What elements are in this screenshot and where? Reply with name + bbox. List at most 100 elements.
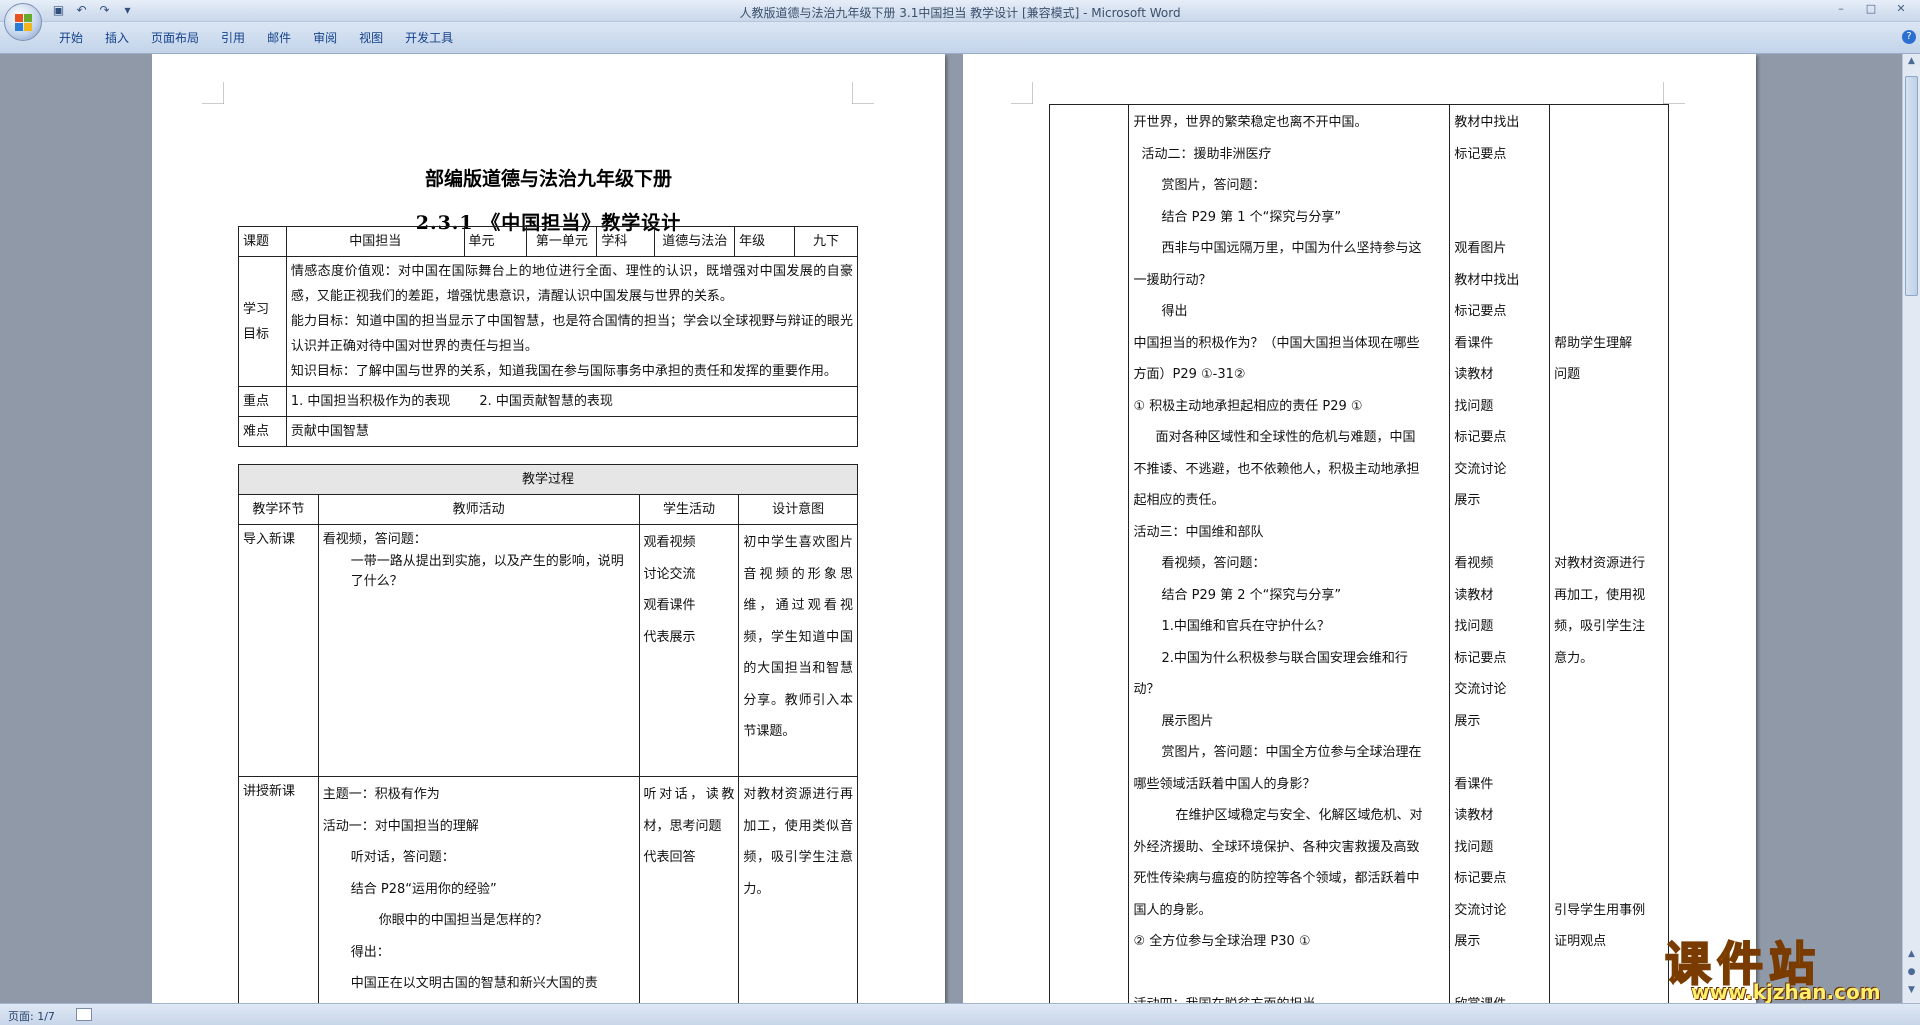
student-line: 展示 (1454, 493, 1481, 508)
intro-stage: 导入新课 (238, 524, 319, 777)
grade-label: 年级 (734, 226, 796, 257)
intent-line: 意力。 (1554, 650, 1594, 666)
lecture-student-line: 听对话，读教材，思考问题 (643, 787, 735, 834)
lecture-teacher-line: 得出： (350, 944, 390, 960)
student-line: 标记要点 (1454, 146, 1507, 162)
teacher-line: 一援助行动？ (1133, 272, 1212, 288)
teacher-line: 不推诿、不逃避，也不依赖他人，积极主动地承担 (1133, 461, 1420, 477)
page-2[interactable]: 开世界，世界的繁荣稳定也离不开中国。 活动二：援助非洲医疗 赏图片，答问题： 结… (963, 54, 1756, 1003)
unit-label: 单元 (463, 226, 528, 257)
intent-line: ​ (1554, 706, 1664, 738)
teacher-line: 国人的身影。 (1133, 902, 1212, 918)
goals-row: 学习目标 情感态度价值观：对中国在国际舞台上的地位进行全面、理性的认识，既增强对… (238, 256, 859, 387)
header-intent: 设计意图 (738, 494, 858, 525)
tab-references[interactable]: 引用 (210, 29, 256, 47)
scroll-thumb[interactable] (1905, 76, 1918, 296)
teacher-line: 2.中国为什么积极参与联合国安理会维和行 (1161, 650, 1408, 666)
intent-line: ​ (1554, 485, 1664, 517)
student-line: ​ (1454, 958, 1545, 990)
intent-line: ​ (1554, 265, 1664, 297)
unit-value: 第一单元 (526, 226, 598, 257)
tab-mailings[interactable]: 邮件 (256, 29, 302, 47)
grade-value: 九下 (794, 226, 858, 257)
lecture-student: 听对话，读教材，思考问题 代表回答 (638, 776, 740, 1003)
lecture-teacher: 主题一：积极有作为 活动一：对中国担当的理解 听对话，答问题： 结合 P28“运… (317, 776, 640, 1003)
tab-page-layout[interactable]: 页面布局 (140, 29, 210, 47)
intro-teacher: 看视频，答问题： 一带一路从提出到实施，以及产生的影响，说明了什么？ (317, 524, 640, 777)
document-title: 部编版道德与法治九年级下册 (424, 168, 672, 190)
student-line: 教材中找出 (1454, 115, 1520, 130)
focus-row: 重点 1. 中国担当积极作为的表现 2. 中国贡献智慧的表现 (238, 386, 859, 417)
intent-line: ​ (1554, 832, 1664, 864)
vertical-scrollbar[interactable]: ▲ ▲ ● ▼ (1902, 54, 1920, 1003)
scroll-up-icon[interactable]: ▲ (1905, 56, 1918, 70)
window-controls: – □ ✕ (1828, 2, 1914, 18)
teacher-line: 活动三：中国维和部队 (1133, 524, 1264, 540)
student-line: 交流讨论 (1454, 461, 1507, 477)
maximize-icon[interactable]: □ (1858, 2, 1884, 18)
lecture-row: 讲授新课 主题一：积极有作为 活动一：对中国担当的理解 听对话，答问题： 结合 … (238, 776, 858, 1003)
intro-student: 观看视频 讨论交流 观看课件 代表展示 (638, 524, 740, 777)
info-row: 课题 中国担当 单元 第一单元 学科 道德与法治 年级 九下 (238, 226, 858, 257)
tab-insert[interactable]: 插入 (94, 29, 140, 47)
minimize-icon[interactable]: – (1828, 2, 1854, 18)
student-line: 教材中找出 (1454, 272, 1520, 288)
office-button[interactable] (4, 3, 42, 41)
select-browse-object-icon[interactable]: ● (1905, 967, 1918, 981)
intent-line: ​ (1554, 517, 1664, 549)
student-line: 找问题 (1454, 619, 1494, 634)
teacher-line: 动？ (1133, 682, 1160, 697)
page-indicator[interactable]: 页面: 1/7 (8, 1008, 55, 1024)
continued-teacher: 开世界，世界的繁荣稳定也离不开中国。 活动二：援助非洲医疗 赏图片，答问题： 结… (1128, 104, 1451, 1003)
status-bar: 页面: 1/7 (0, 1003, 1920, 1025)
intent-line: ​ (1554, 863, 1664, 895)
teacher-line: 哪些领域活跃着中国人的身影？ (1133, 776, 1316, 792)
help-icon[interactable]: ? (1902, 30, 1916, 44)
document-workspace[interactable]: 部编版道德与法治九年级下册 2.3.1 《中国担当》教学设计 课题 中国担当 单… (0, 54, 1902, 1003)
lecture-teacher-line: 听对话，答问题： (350, 850, 455, 865)
intent-line: ​ (1554, 296, 1664, 328)
topic-value: 中国担当 (285, 226, 465, 257)
difficulty-label: 难点 (238, 416, 287, 447)
tab-view[interactable]: 视图 (348, 29, 394, 47)
intent-line: 再加工，使用视 (1554, 587, 1646, 603)
proofing-icon[interactable] (76, 1008, 92, 1021)
teacher-line: 展示图片 (1161, 713, 1214, 729)
process-header-row: 教学环节 教师活动 学生活动 设计意图 (238, 494, 858, 525)
prev-page-icon[interactable]: ▲ (1905, 949, 1918, 963)
lecture-student-line: 代表回答 (643, 850, 696, 865)
teacher-line: 得出 (1161, 304, 1188, 319)
crop-mark-icon (1663, 82, 1685, 104)
tab-developer[interactable]: 开发工具 (394, 29, 464, 47)
intro-student-line: 讨论交流 (643, 566, 696, 582)
teacher-line: 死性传染病与瘟疫的防控等各个领域，都活跃着中 (1133, 871, 1420, 886)
office-logo-icon (15, 14, 32, 31)
student-line: ​ (1454, 170, 1545, 202)
student-line: 找问题 (1454, 839, 1494, 855)
student-line: 看课件 (1454, 335, 1494, 351)
intent-line: ​ (1554, 233, 1664, 265)
next-page-icon[interactable]: ▼ (1905, 985, 1918, 999)
subject-value: 道德与法治 (654, 226, 736, 257)
student-line: ​ (1454, 202, 1545, 234)
continued-stage (1048, 104, 1130, 1003)
close-icon[interactable]: ✕ (1888, 2, 1914, 18)
tab-review[interactable]: 审阅 (302, 29, 348, 47)
watermark-logo: 课件站 www.kjzhan.com (1664, 928, 1905, 1004)
lecture-teacher-line: 结合 P28“运用你的经验” (350, 881, 497, 897)
teacher-line: ​ (1133, 958, 1445, 990)
subject-label: 学科 (596, 226, 656, 257)
intent-line: ​ (1554, 800, 1664, 832)
student-line: 欣赏课件 (1454, 989, 1545, 1003)
focus-text: 1. 中国担当积极作为的表现 2. 中国贡献智慧的表现 (285, 386, 859, 417)
student-line: 看视频 (1454, 556, 1494, 571)
page-1[interactable]: 部编版道德与法治九年级下册 2.3.1 《中国担当》教学设计 课题 中国担当 单… (152, 54, 945, 1003)
ribbon: 开始 插入 页面布局 引用 邮件 审阅 视图 开发工具 ? (0, 22, 1920, 54)
continued-student: 教材中找出 标记要点 ​ ​ 观看图片 教材中找出 标记要点 看课件 读教材 找… (1449, 104, 1551, 1003)
student-line: 交流讨论 (1454, 682, 1507, 697)
process-table-continued: 开世界，世界的繁荣稳定也离不开中国。 活动二：援助非洲医疗 赏图片，答问题： 结… (1048, 104, 1669, 1003)
teacher-line: 结合 P29 第 1 个“探究与分享” (1161, 209, 1342, 225)
intro-student-line: 代表展示 (643, 629, 696, 645)
tab-home[interactable]: 开始 (48, 29, 94, 47)
teacher-line: 外经济援助、全球环境保护、各种灾害救援及高致 (1133, 839, 1420, 855)
